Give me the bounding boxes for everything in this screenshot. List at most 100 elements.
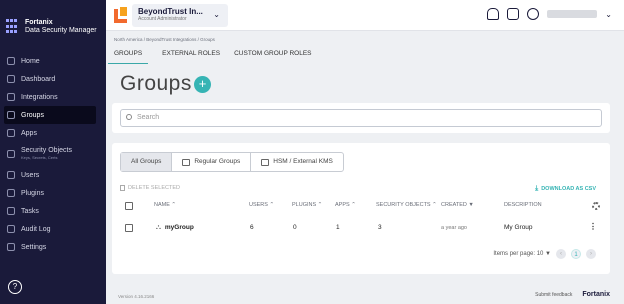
pagination: Items per page: 10 ▼ ‹ 1 › bbox=[493, 249, 596, 259]
fortanix-footer-logo: Fortanix bbox=[582, 291, 610, 298]
sidebar-item-security-objects[interactable]: Security Objects Keys, Secrets, Certs bbox=[0, 142, 106, 166]
search-placeholder: Search bbox=[137, 114, 160, 121]
apps-icon bbox=[7, 129, 15, 137]
tab-external-roles[interactable]: EXTERNAL ROLES bbox=[162, 50, 220, 64]
current-page[interactable]: 1 bbox=[571, 249, 581, 259]
more-options-icon[interactable]: ⋮ bbox=[589, 223, 597, 231]
fortanix-logo-icon bbox=[6, 19, 20, 35]
tab-bar: GROUPS EXTERNAL ROLES CUSTOM GROUP ROLES bbox=[108, 50, 312, 64]
column-security-objects[interactable]: SECURITY OBJECTS ⌃ bbox=[376, 202, 437, 208]
top-bar: BeyondTrust In... Account Administrator … bbox=[106, 0, 624, 31]
sidebar-item-integrations[interactable]: Integrations bbox=[0, 88, 106, 106]
sidebar-item-users[interactable]: Users bbox=[0, 166, 106, 184]
sidebar-item-home[interactable]: Home bbox=[0, 52, 106, 70]
next-page-button[interactable]: › bbox=[586, 249, 596, 259]
delete-label: DELETE SELECTED bbox=[128, 185, 180, 191]
breadcrumb[interactable]: North America / BeyondTrust Integrations… bbox=[114, 37, 215, 42]
download-icon: ⤓ bbox=[535, 185, 539, 192]
sidebar-item-label: Plugins bbox=[21, 189, 44, 197]
trash-icon bbox=[120, 185, 125, 191]
sidebar-item-audit-log[interactable]: Audit Log bbox=[0, 220, 106, 238]
group-security-objects: 3 bbox=[378, 224, 382, 231]
column-plugins[interactable]: PLUGINS ⌃ bbox=[292, 202, 322, 208]
search-card: Search bbox=[112, 103, 610, 133]
sidebar-item-label: Audit Log bbox=[21, 225, 51, 233]
groups-icon bbox=[182, 158, 191, 166]
group-users: 6 bbox=[250, 224, 254, 231]
items-per-page-select[interactable]: Items per page: 10 ▼ bbox=[493, 251, 551, 257]
page-title: Groups bbox=[120, 72, 192, 95]
tasks-icon bbox=[7, 207, 15, 215]
table-row[interactable]: ⛬ myGroup 6 0 1 3 a year ago My Group ⋮ bbox=[120, 223, 606, 238]
sidebar-item-apps[interactable]: Apps bbox=[0, 124, 106, 142]
column-settings-icon[interactable] bbox=[592, 202, 600, 210]
sidebar-item-sublabel: Keys, Secrets, Certs bbox=[21, 155, 58, 160]
previous-page-button[interactable]: ‹ bbox=[556, 249, 566, 259]
audit-log-icon bbox=[7, 225, 15, 233]
user-name-redacted[interactable] bbox=[547, 10, 598, 18]
footer: Submit feedback Fortanix bbox=[535, 291, 610, 298]
chevron-down-icon[interactable]: ⌄ bbox=[605, 10, 612, 19]
column-name[interactable]: NAME ⌃ bbox=[154, 202, 176, 208]
add-group-button[interactable]: + bbox=[194, 76, 211, 93]
home-icon bbox=[7, 57, 15, 65]
filter-hsm-external-kms[interactable]: HSM / External KMS bbox=[251, 153, 343, 171]
tab-groups[interactable]: GROUPS bbox=[108, 50, 149, 64]
sidebar-item-label: Settings bbox=[21, 243, 47, 251]
sidebar-item-tasks[interactable]: Tasks bbox=[0, 202, 106, 220]
row-checkbox[interactable] bbox=[125, 224, 133, 232]
account-selector[interactable]: BeyondTrust In... Account Administrator … bbox=[132, 4, 228, 27]
account-name: BeyondTrust In... bbox=[138, 7, 203, 16]
sidebar-item-label: Apps bbox=[21, 129, 37, 137]
column-created[interactable]: CREATED ▼ bbox=[441, 202, 474, 208]
select-all-checkbox[interactable] bbox=[125, 202, 133, 210]
group-created: a year ago bbox=[441, 225, 467, 231]
sidebar-item-label: Security Objects bbox=[21, 147, 72, 154]
download-csv-button[interactable]: ⤓ DOWNLOAD AS CSV bbox=[535, 185, 596, 193]
groups-card: All Groups Regular Groups HSM / External… bbox=[112, 143, 610, 274]
filter-label: All Groups bbox=[131, 158, 162, 165]
brand-name: Fortanix bbox=[25, 19, 53, 26]
search-input[interactable]: Search bbox=[120, 109, 602, 127]
group-apps: 1 bbox=[336, 224, 340, 231]
group-plugins: 0 bbox=[293, 224, 297, 231]
account-role: Account Administrator bbox=[138, 16, 187, 22]
filter-label: Regular Groups bbox=[194, 158, 241, 165]
switch-account-icon[interactable] bbox=[507, 8, 520, 20]
brand[interactable]: Fortanix Data Security Manager bbox=[0, 0, 106, 40]
group-icon: ⛬ bbox=[156, 224, 161, 231]
help-icon[interactable]: ? bbox=[8, 280, 22, 294]
filter-label: HSM / External KMS bbox=[273, 158, 333, 165]
column-description: DESCRIPTION bbox=[504, 202, 542, 208]
tab-custom-group-roles[interactable]: CUSTOM GROUP ROLES bbox=[234, 50, 311, 64]
key-icon bbox=[7, 150, 15, 158]
settings-icon bbox=[7, 243, 15, 251]
users-icon bbox=[7, 171, 15, 179]
sidebar: Fortanix Data Security Manager Home Dash… bbox=[0, 0, 106, 304]
version-label: Version 4.16.2166 bbox=[118, 294, 155, 299]
group-description: My Group bbox=[504, 224, 533, 231]
sidebar-item-settings[interactable]: Settings bbox=[0, 238, 106, 256]
search-icon bbox=[126, 114, 132, 120]
group-name[interactable]: myGroup bbox=[165, 224, 194, 231]
submit-feedback-link[interactable]: Submit feedback bbox=[535, 292, 572, 298]
bell-icon[interactable] bbox=[487, 8, 500, 20]
group-filter: All Groups Regular Groups HSM / External… bbox=[120, 152, 344, 172]
filter-all-groups[interactable]: All Groups bbox=[121, 153, 173, 171]
delete-selected-button[interactable]: DELETE SELECTED bbox=[120, 185, 180, 191]
sidebar-nav: Home Dashboard Integrations Groups Apps … bbox=[0, 52, 106, 256]
filter-regular-groups[interactable]: Regular Groups bbox=[172, 153, 252, 171]
sidebar-item-dashboard[interactable]: Dashboard bbox=[0, 70, 106, 88]
sidebar-item-label: Groups bbox=[21, 111, 44, 119]
user-avatar-icon[interactable] bbox=[527, 8, 540, 20]
sidebar-item-label: Dashboard bbox=[21, 75, 56, 83]
brand-product: Data Security Manager bbox=[25, 27, 97, 34]
sidebar-item-label: Users bbox=[21, 171, 40, 179]
hsm-icon bbox=[261, 158, 270, 166]
sidebar-item-plugins[interactable]: Plugins bbox=[0, 184, 106, 202]
sidebar-item-groups[interactable]: Groups bbox=[4, 106, 96, 124]
column-users[interactable]: USERS ⌃ bbox=[249, 202, 274, 208]
column-apps[interactable]: APPS ⌃ bbox=[335, 202, 356, 208]
integrations-icon bbox=[7, 93, 15, 101]
sidebar-item-label: Tasks bbox=[21, 207, 39, 215]
